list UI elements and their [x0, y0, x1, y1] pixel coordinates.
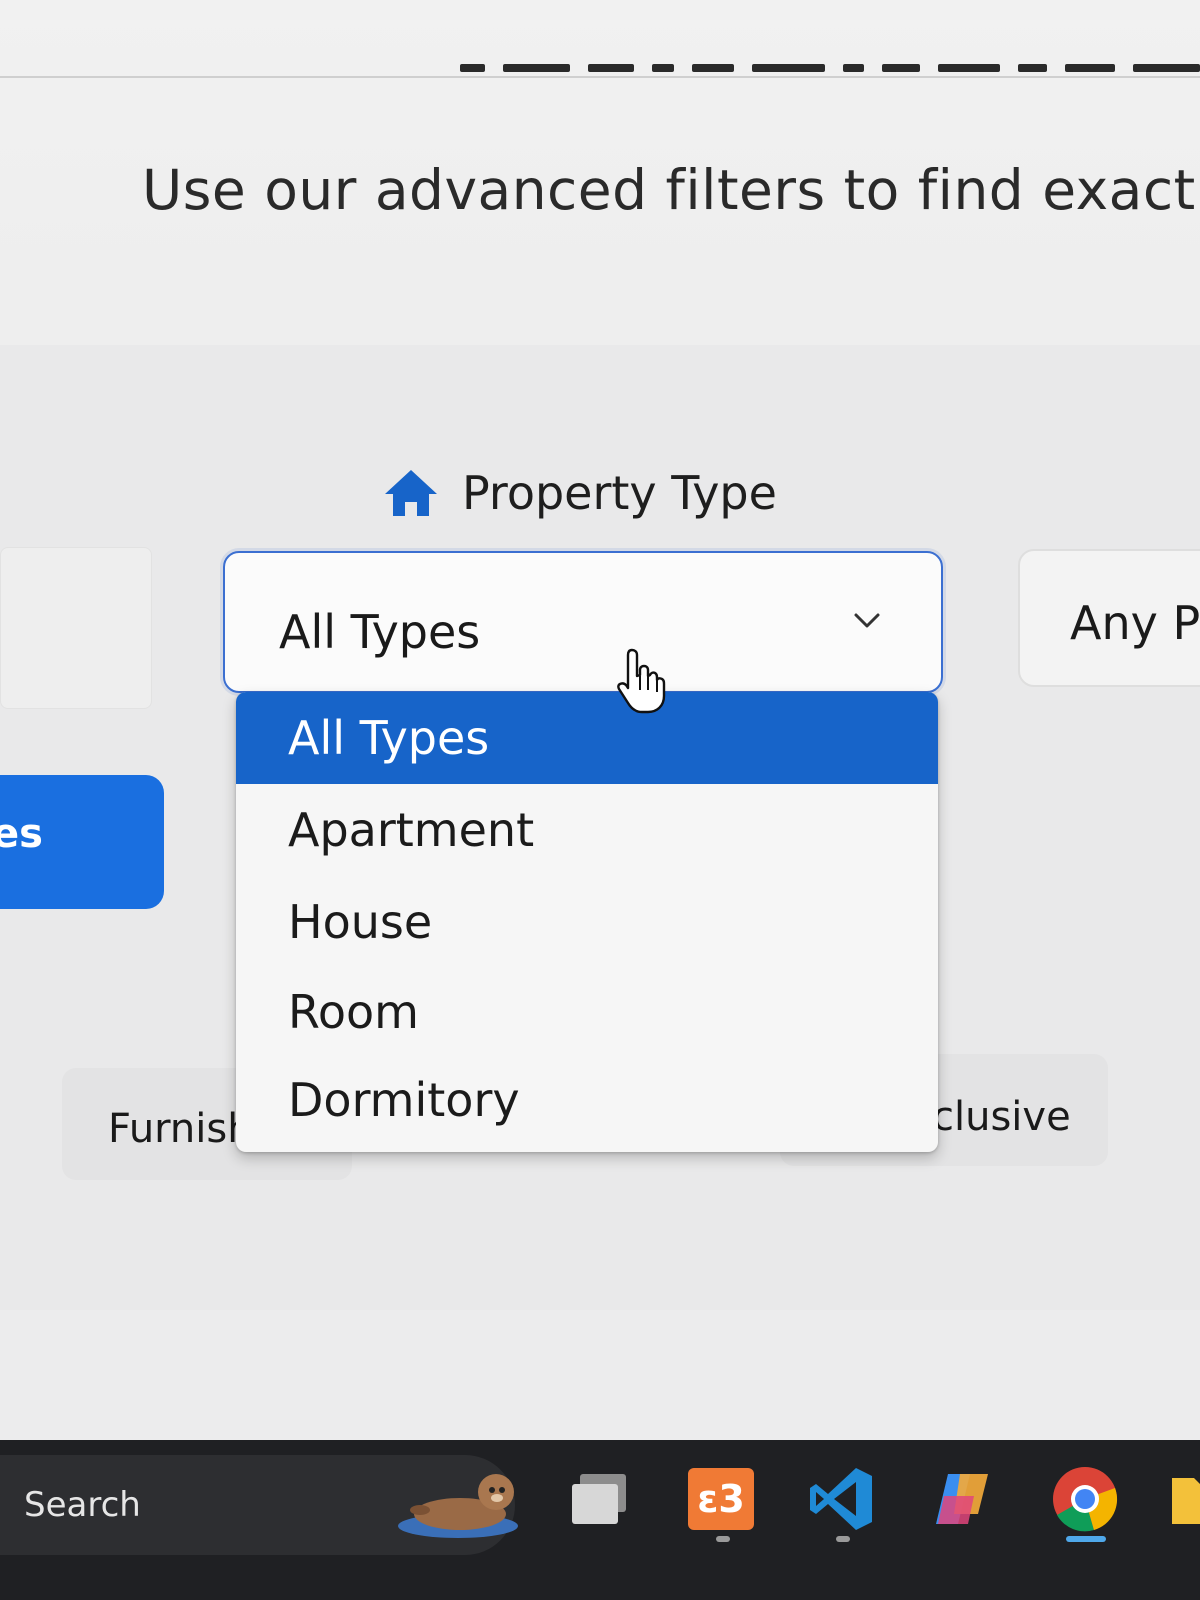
home-icon — [385, 470, 437, 516]
price-select[interactable]: Any Pr — [1018, 549, 1200, 687]
property-type-label-text: Property Type — [462, 466, 777, 520]
chevron-down-icon — [854, 613, 880, 628]
property-type-label: Property Type — [382, 466, 777, 520]
taskbar-search-label: Search — [24, 1485, 141, 1525]
property-type-selected-value: All Types — [279, 605, 481, 659]
header-divider — [0, 76, 1200, 78]
apply-filters-button[interactable]: es — [0, 775, 164, 909]
xampp-running-indicator — [716, 1536, 730, 1542]
chrome-icon[interactable] — [1048, 1462, 1122, 1536]
page-subtitle: Use our advanced filters to find exactly — [142, 158, 1200, 222]
property-type-dropdown: All Types Apartment House Room Dormitory — [236, 692, 938, 1152]
file-explorer-icon[interactable] — [1168, 1462, 1200, 1536]
furnished-chip-label: Furnish — [108, 1106, 253, 1152]
filter-card-left — [0, 547, 152, 709]
apply-filters-button-label: es — [0, 811, 43, 857]
vscode-running-indicator — [836, 1536, 850, 1542]
option-room[interactable]: Room — [236, 966, 938, 1058]
copilot-icon[interactable] — [926, 1462, 1000, 1536]
option-house[interactable]: House — [236, 876, 938, 968]
svg-text:ɛ3: ɛ3 — [697, 1477, 745, 1521]
hand-pointer-cursor-icon — [617, 648, 666, 714]
task-view-icon[interactable] — [566, 1462, 640, 1536]
exclusive-chip-label: clusive — [932, 1094, 1071, 1140]
option-dormitory[interactable]: Dormitory — [236, 1054, 938, 1146]
property-type-select[interactable]: All Types — [223, 551, 943, 693]
price-selected-value: Any Pr — [1070, 596, 1200, 650]
page-heading-fragment — [460, 58, 1200, 74]
xampp-icon[interactable]: ɛ3 — [684, 1462, 758, 1536]
vscode-icon[interactable] — [806, 1462, 880, 1536]
otter-widget-icon[interactable] — [398, 1462, 524, 1542]
option-all-types[interactable]: All Types — [236, 692, 938, 784]
chrome-active-indicator — [1066, 1536, 1106, 1542]
option-apartment[interactable]: Apartment — [236, 784, 938, 876]
